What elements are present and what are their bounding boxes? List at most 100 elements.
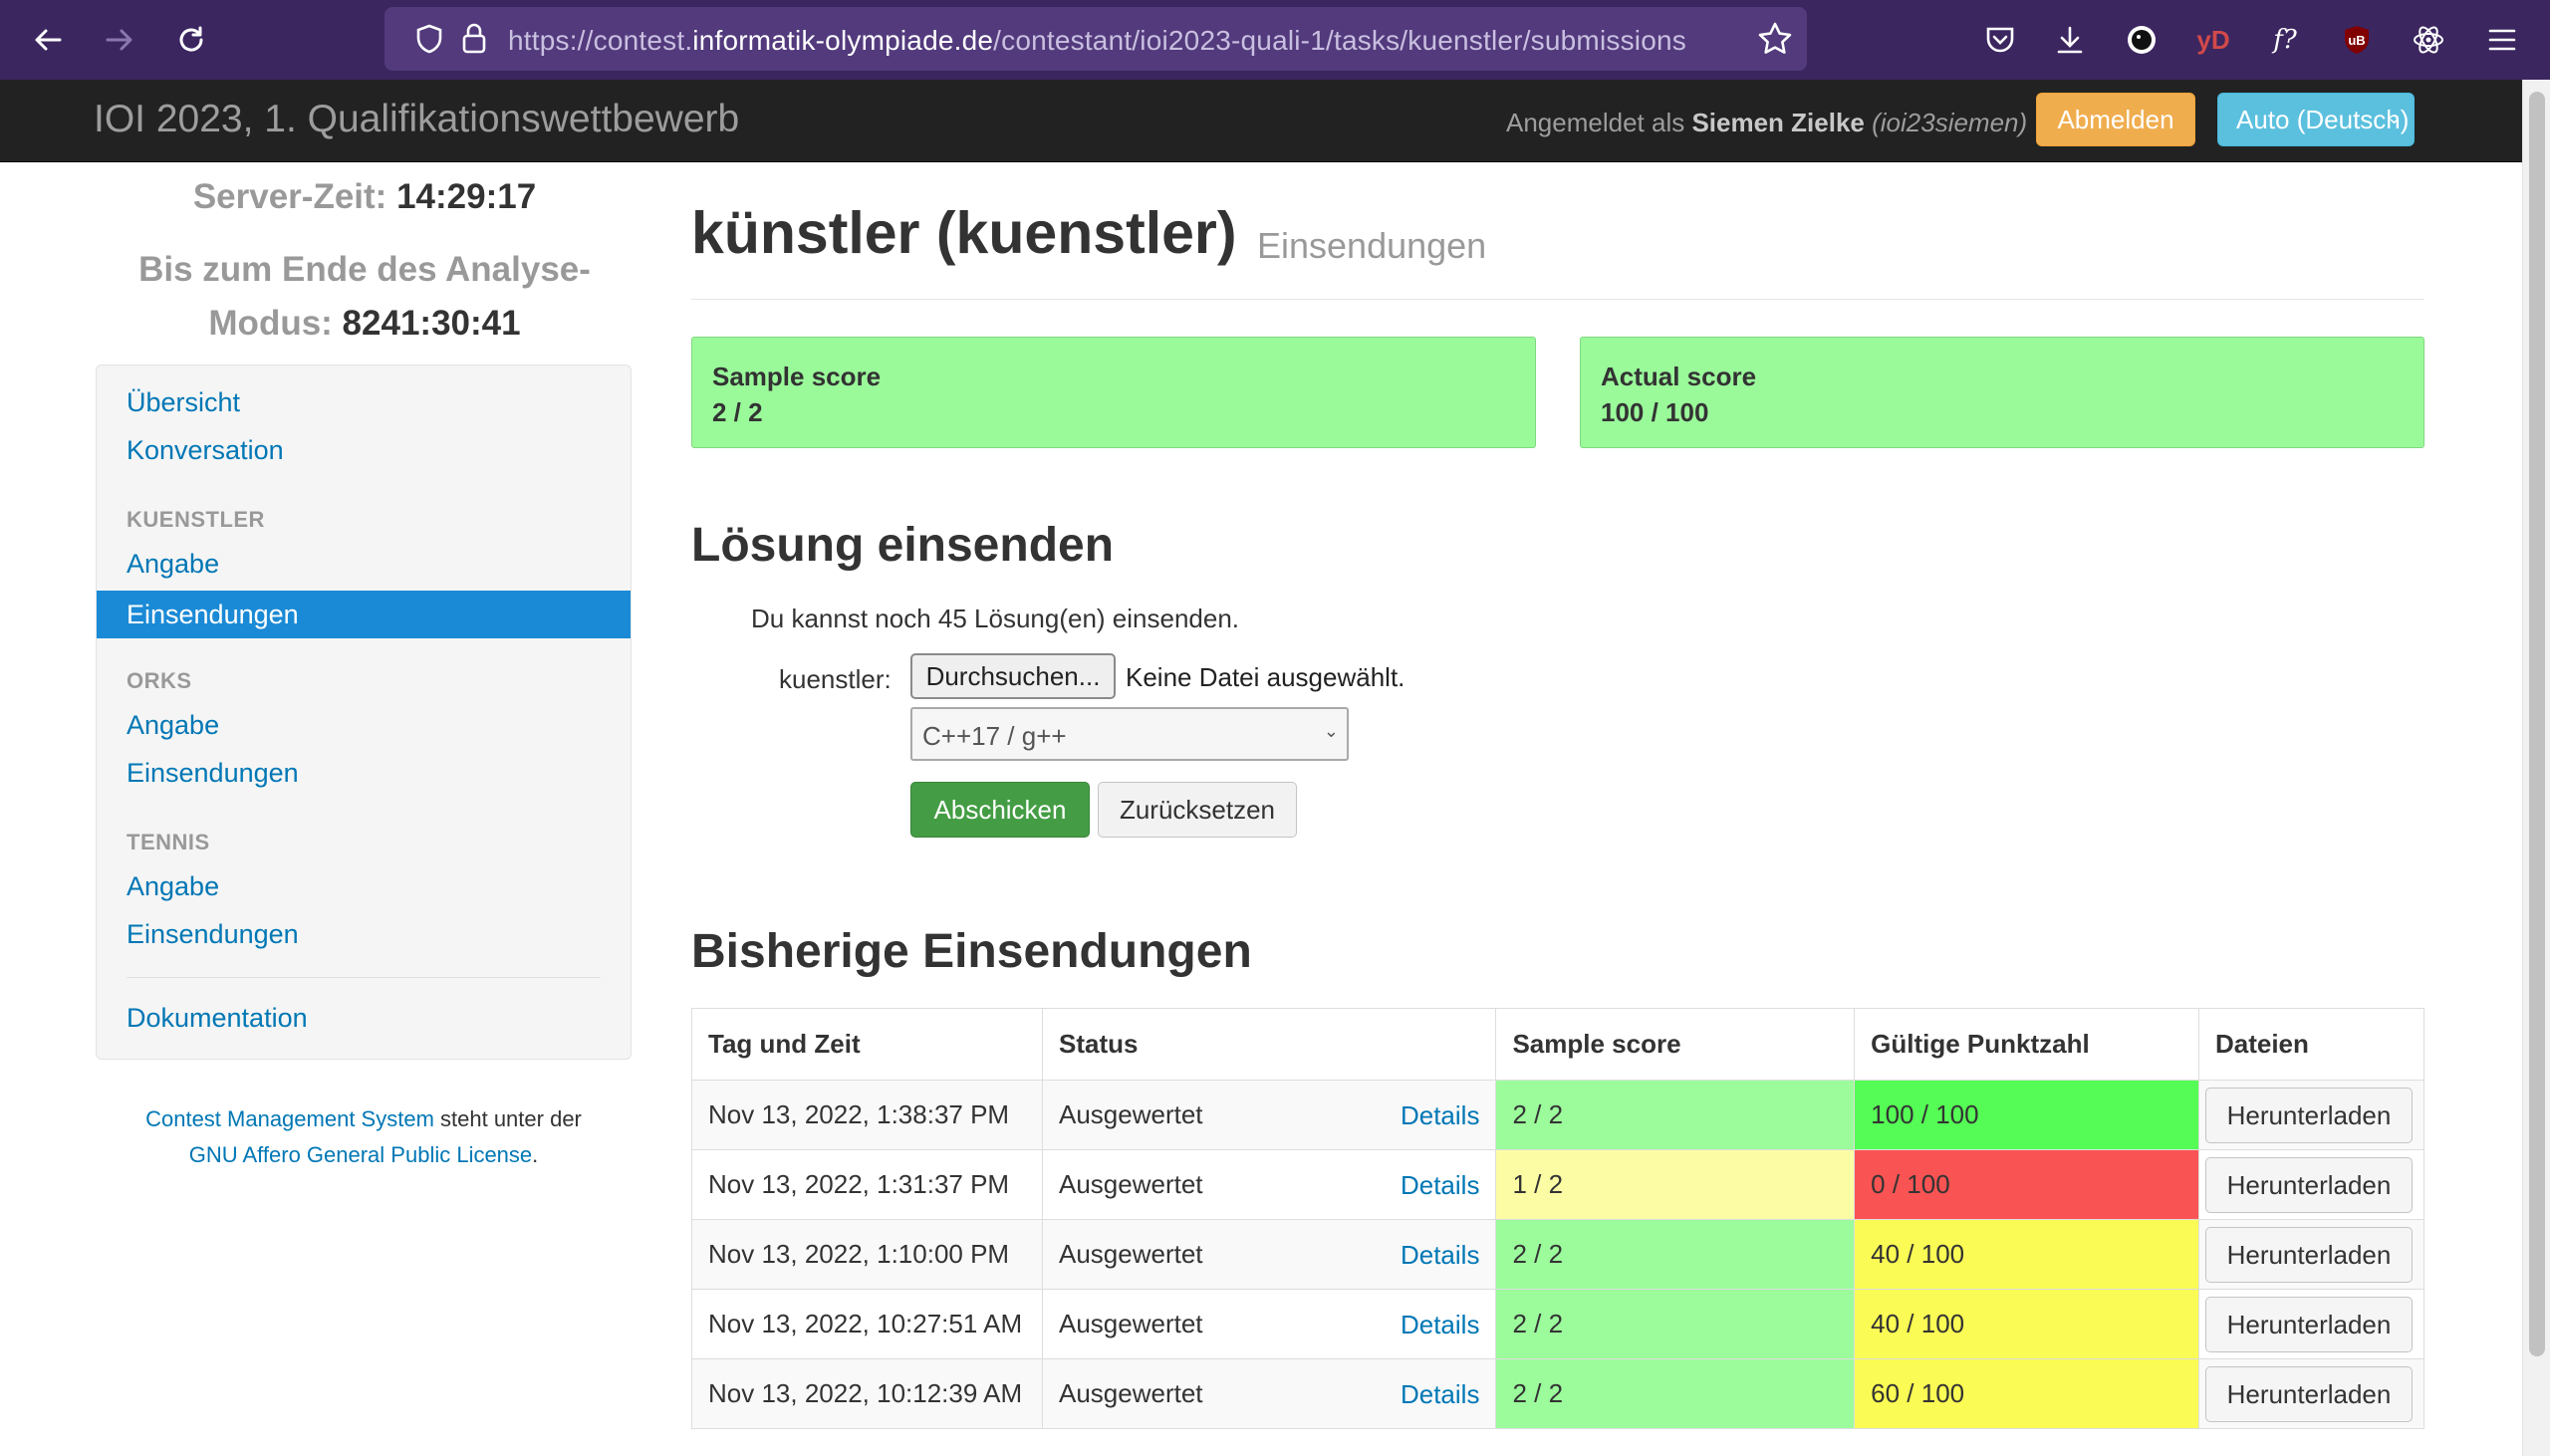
- sample-score-cell: 2 / 2: [1495, 1219, 1856, 1290]
- bookmark-star-icon[interactable]: [1757, 21, 1793, 62]
- submission-time: Nov 13, 2022, 1:10:00 PM: [691, 1219, 1043, 1290]
- actual-score-card: Actual score 100 / 100: [1580, 337, 2424, 448]
- browser-toolbar: https://contest.informatik-olympiade.de/…: [0, 0, 2550, 80]
- header-sample-score: Sample score: [1495, 1008, 1856, 1081]
- selected-file-text: Keine Datei ausgewählt.: [1126, 662, 1405, 692]
- language-select[interactable]: C++17 / g++ ⌄: [910, 707, 1349, 761]
- submission-status: Ausgewertet Details: [1041, 1219, 1497, 1290]
- score-cell: 100 / 100: [1854, 1080, 2199, 1150]
- submission-status: Ausgewertet Details: [1041, 1358, 1497, 1429]
- submission-time: Nov 13, 2022, 10:27:51 AM: [691, 1289, 1043, 1359]
- sidebar-item-kuenstler-statement[interactable]: Angabe: [127, 549, 219, 580]
- table-row: Nov 13, 2022, 1:10:00 PM Ausgewertet Deta…: [691, 1219, 2425, 1290]
- header-files: Dateien: [2197, 1008, 2425, 1081]
- sample-score-cell: 1 / 2: [1495, 1149, 1856, 1220]
- previous-submissions-heading: Bisherige Einsendungen: [691, 925, 1252, 978]
- sidebar-item-label: Einsendungen: [127, 600, 299, 629]
- files-cell: Herunterladen: [2197, 1149, 2425, 1220]
- details-link[interactable]: Details: [1401, 1240, 1479, 1271]
- score-cell: 0 / 100: [1854, 1149, 2199, 1220]
- download-button[interactable]: Herunterladen: [2204, 1087, 2413, 1143]
- table-row: Nov 13, 2022, 10:27:51 AM Ausgewertet Det…: [691, 1289, 2425, 1359]
- cms-link[interactable]: Contest Management System: [145, 1106, 434, 1131]
- details-link[interactable]: Details: [1401, 1100, 1479, 1131]
- score-cell: 60 / 100: [1854, 1358, 2199, 1429]
- score-cell: 40 / 100: [1854, 1289, 2199, 1359]
- details-link[interactable]: Details: [1401, 1379, 1479, 1410]
- files-cell: Herunterladen: [2197, 1080, 2425, 1150]
- files-cell: Herunterladen: [2197, 1219, 2425, 1290]
- submit-button[interactable]: Abschicken: [910, 782, 1090, 838]
- sidebar-item-tennis-statement[interactable]: Angabe: [127, 871, 219, 902]
- header-time: Tag und Zeit: [691, 1008, 1043, 1081]
- shield-icon[interactable]: [414, 23, 444, 60]
- table-row: Nov 13, 2022, 10:12:39 AM Ausgewertet Det…: [691, 1358, 2425, 1429]
- files-cell: Herunterladen: [2197, 1289, 2425, 1359]
- remaining-submissions-text: Du kannst noch 45 Lösung(en) einsenden.: [751, 604, 1240, 633]
- sample-score-cell: 2 / 2: [1495, 1289, 1856, 1359]
- language-label: Auto (Deutsch): [2236, 104, 2410, 134]
- download-button[interactable]: Herunterladen: [2204, 1156, 2413, 1213]
- files-cell: Herunterladen: [2197, 1358, 2425, 1429]
- url-text[interactable]: https://contest.informatik-olympiade.de/…: [508, 25, 1686, 57]
- submission-time: Nov 13, 2022, 1:38:37 PM: [691, 1080, 1043, 1150]
- language-dropdown[interactable]: Auto (Deutsch) ⌄: [2217, 93, 2415, 146]
- submit-heading: Lösung einsenden: [691, 519, 1115, 572]
- pocket-icon[interactable]: [1980, 20, 2020, 60]
- page-scrollbar[interactable]: [2522, 80, 2550, 1456]
- browse-file-button[interactable]: Durchsuchen...: [910, 653, 1116, 699]
- agpl-link[interactable]: GNU Affero General Public License: [189, 1142, 532, 1167]
- ublock-label: uB: [2348, 32, 2366, 48]
- submissions-table: Tag und Zeit Status Sample score Gültige…: [691, 1008, 2425, 1429]
- sidebar-header-kuenstler: KUENSTLER: [127, 507, 265, 532]
- submission-time: Nov 13, 2022, 10:12:39 AM: [691, 1358, 1043, 1429]
- user-id: (ioi23siemen): [1872, 108, 2028, 137]
- hamburger-menu-icon[interactable]: [2482, 20, 2522, 60]
- login-info: Angemeldet als Siemen Zielke (ioi23sieme…: [1506, 108, 2028, 137]
- scrollbar-thumb[interactable]: [2529, 92, 2545, 1356]
- download-icon[interactable]: [2050, 20, 2090, 60]
- sidebar-header-orks: ORKS: [127, 668, 192, 693]
- back-arrow-icon[interactable]: [28, 20, 68, 60]
- sidebar-nav: Übersicht Konversation KUENSTLER Angabe …: [96, 364, 632, 1060]
- sidebar-item-orks-statement[interactable]: Angabe: [127, 710, 219, 741]
- submission-status: Ausgewertet Details: [1041, 1149, 1497, 1220]
- page-subtitle: Einsendungen: [1257, 225, 1487, 266]
- logout-button[interactable]: Abmelden: [2036, 93, 2195, 146]
- sidebar-item-documentation[interactable]: Dokumentation: [127, 1003, 308, 1034]
- lock-icon[interactable]: [460, 22, 488, 61]
- react-devtools-icon[interactable]: [2409, 20, 2448, 60]
- actual-score-value: 100 / 100: [1601, 397, 1709, 427]
- sidebar-item-overview[interactable]: Übersicht: [127, 387, 240, 418]
- submission-time: Nov 13, 2022, 1:31:37 PM: [691, 1149, 1043, 1220]
- extension-fq-icon[interactable]: f?: [2265, 20, 2305, 60]
- sidebar-item-tennis-submissions[interactable]: Einsendungen: [127, 919, 299, 950]
- download-button[interactable]: Herunterladen: [2204, 1226, 2413, 1283]
- table-row: Nov 13, 2022, 1:31:37 PM Ausgewertet Deta…: [691, 1149, 2425, 1220]
- forward-arrow-icon[interactable]: [100, 20, 139, 60]
- actual-score-title: Actual score: [1601, 362, 1757, 391]
- details-link[interactable]: Details: [1401, 1310, 1479, 1340]
- extension-yd-icon[interactable]: yD: [2193, 20, 2233, 60]
- sidebar-item-orks-submissions[interactable]: Einsendungen: [127, 758, 299, 789]
- remaining-time: Bis zum Ende des Analyse-Modus: 8241:30:…: [138, 250, 591, 343]
- address-bar[interactable]: https://contest.informatik-olympiade.de/…: [384, 7, 1807, 71]
- chevron-down-icon: ⌄: [2386, 108, 2402, 127]
- server-time: Server-Zeit: 14:29:17: [192, 177, 537, 216]
- sidebar-item-kuenstler-submissions[interactable]: Einsendungen: [97, 591, 631, 638]
- download-button[interactable]: Herunterladen: [2204, 1365, 2413, 1422]
- sidebar-item-communication[interactable]: Konversation: [127, 435, 284, 466]
- extension-penguin-icon[interactable]: [2122, 20, 2162, 60]
- table-header-row: Tag und Zeit Status Sample score Gültige…: [691, 1008, 2425, 1081]
- download-button[interactable]: Herunterladen: [2204, 1296, 2413, 1352]
- chevron-down-icon: ⌄: [1323, 721, 1339, 741]
- sample-score-value: 2 / 2: [712, 397, 763, 427]
- reset-button[interactable]: Zurücksetzen: [1098, 782, 1297, 838]
- table-row: Nov 13, 2022, 1:38:37 PM Ausgewertet Deta…: [691, 1080, 2425, 1150]
- site-navbar: IOI 2023, 1. Qualifikationswettbewerb An…: [0, 80, 2522, 162]
- contest-brand[interactable]: IOI 2023, 1. Qualifikationswettbewerb: [94, 98, 739, 141]
- ublock-icon[interactable]: uB: [2337, 20, 2377, 60]
- reload-icon[interactable]: [171, 20, 211, 60]
- submission-status: Ausgewertet Details: [1041, 1289, 1497, 1359]
- details-link[interactable]: Details: [1401, 1170, 1479, 1201]
